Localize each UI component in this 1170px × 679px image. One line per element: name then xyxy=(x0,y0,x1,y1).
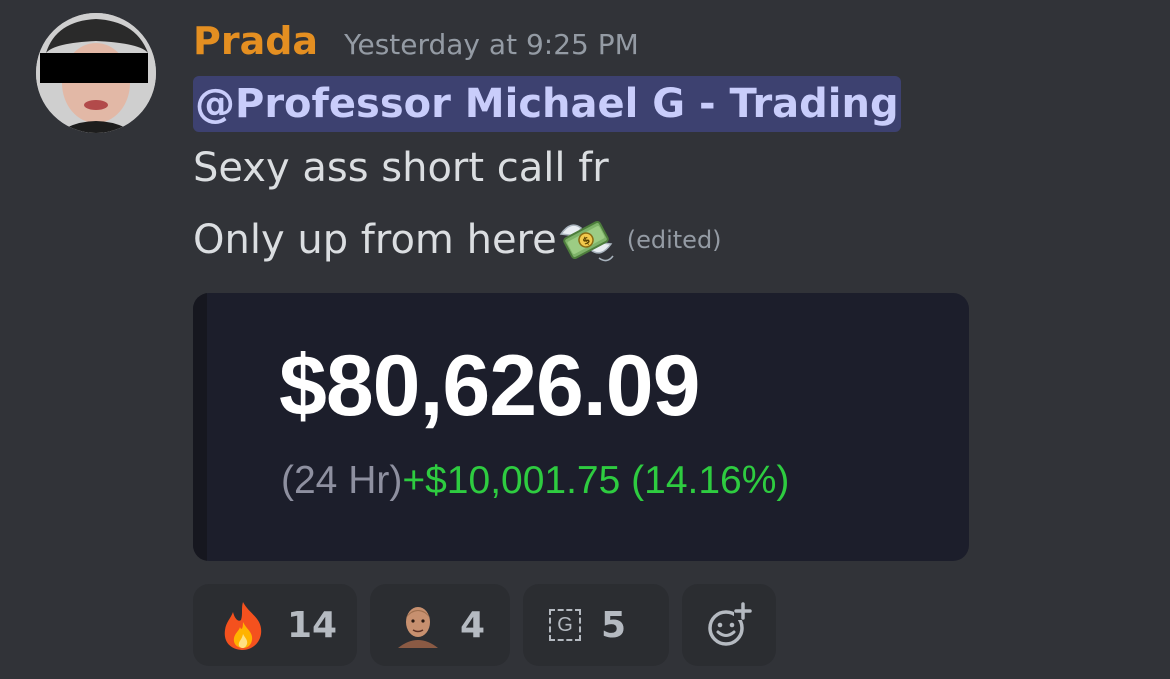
reaction-fire[interactable]: 14 xyxy=(193,584,357,666)
reaction-person-count: 4 xyxy=(460,604,486,646)
attached-image[interactable]: $80,626.09 (24 Hr)+$10,001.75 (14.16%) xyxy=(193,293,969,561)
username[interactable]: Prada xyxy=(193,22,318,60)
message-header: Prada Yesterday at 9:25 PM xyxy=(193,22,1130,74)
message-line-1: Sexy ass short call fr xyxy=(193,145,609,191)
user-mention[interactable]: @Professor Michael G - Trading xyxy=(193,76,901,132)
add-reaction-button[interactable] xyxy=(682,584,776,666)
balance-change: (24 Hr)+$10,001.75 (14.16%) xyxy=(281,461,789,500)
fire-icon xyxy=(219,600,267,650)
balance-value: $80,626.09 xyxy=(279,338,700,434)
add-reaction-icon xyxy=(706,602,752,648)
reaction-g[interactable]: G 5 xyxy=(523,584,669,666)
embed-left-edge xyxy=(193,293,207,561)
money-with-wings-icon: $ xyxy=(557,214,615,266)
g-emoji-icon: G xyxy=(549,609,581,641)
user-avatar[interactable] xyxy=(36,13,156,133)
reaction-fire-count: 14 xyxy=(287,604,338,646)
change-period: (24 Hr) xyxy=(281,459,403,502)
message-line-2-text: Only up from here xyxy=(193,217,557,263)
reaction-person[interactable]: 4 xyxy=(370,584,510,666)
reactions-bar: 14 4 G 5 xyxy=(193,584,776,666)
message-line-2: Only up from here $ (edited) xyxy=(193,204,1130,276)
timestamp[interactable]: Yesterday at 9:25 PM xyxy=(344,31,639,59)
reaction-g-count: 5 xyxy=(601,604,627,646)
edited-label: (edited) xyxy=(626,226,722,254)
person-face-icon xyxy=(396,602,440,648)
message: Prada Yesterday at 9:25 PM @Professor Mi… xyxy=(193,22,1130,276)
avatar-image xyxy=(36,13,156,133)
change-value: +$10,001.75 (14.16%) xyxy=(402,459,790,502)
